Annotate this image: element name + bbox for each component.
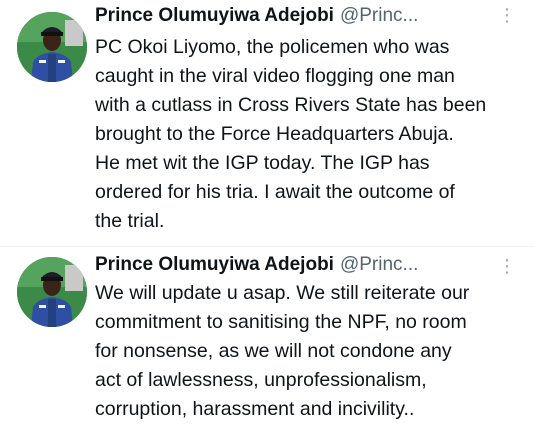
tweet-text-line: caught in the viral video flogging one m… xyxy=(95,65,455,87)
tweet-text-line: for nonsense, as we will not condone any xyxy=(95,340,452,362)
user-handle[interactable]: @Princ... xyxy=(340,5,418,26)
tweet-header: Prince Olumuyiwa Adejobi @Princ... xyxy=(95,251,418,279)
tweet-text-line: act of lawlessness, unprofessionalism, xyxy=(95,369,427,391)
avatar[interactable] xyxy=(17,257,87,327)
tweet-text-line: brought to the Force Headquarters Abuja. xyxy=(95,123,454,145)
tweet-text-line: the trial. xyxy=(95,210,165,232)
tweet[interactable]: Prince Olumuyiwa Adejobi @Princ... ⋮ PC O… xyxy=(0,0,534,246)
tweet-header: Prince Olumuyiwa Adejobi @Princ... xyxy=(95,2,418,30)
tweet-text-line: We will update u asap. We still reiterat… xyxy=(95,282,470,304)
tweet-text: PC Okoi Liyomo, the policemen who was ca… xyxy=(95,33,525,236)
more-button[interactable]: ⋮ xyxy=(494,253,520,279)
display-name[interactable]: Prince Olumuyiwa Adejobi xyxy=(95,5,334,26)
tweet[interactable]: Prince Olumuyiwa Adejobi @Princ... ⋮ We w… xyxy=(0,246,534,439)
tweet-text-line: ordered for his tria. I await the outcom… xyxy=(95,181,455,203)
tweet-text-line: with a cutlass in Cross Rivers State has… xyxy=(95,94,487,116)
tweet-text-line: corruption, harassment and incivility.. xyxy=(95,398,415,420)
tweet-text-line: commitment to sanitising the NPF, no roo… xyxy=(95,311,467,333)
tweet-text-line: PC Okoi Liyomo, the policemen who was xyxy=(95,36,450,58)
tweet-text-line: He met wit the IGP today. The IGP has xyxy=(95,152,430,174)
avatar[interactable] xyxy=(17,12,87,82)
user-handle[interactable]: @Princ... xyxy=(340,254,418,275)
more-dots-icon: ⋮ xyxy=(498,5,516,25)
more-button[interactable]: ⋮ xyxy=(494,2,520,28)
more-dots-icon: ⋮ xyxy=(498,256,516,276)
display-name[interactable]: Prince Olumuyiwa Adejobi xyxy=(95,254,334,275)
tweet-text: We will update u asap. We still reiterat… xyxy=(95,279,525,424)
